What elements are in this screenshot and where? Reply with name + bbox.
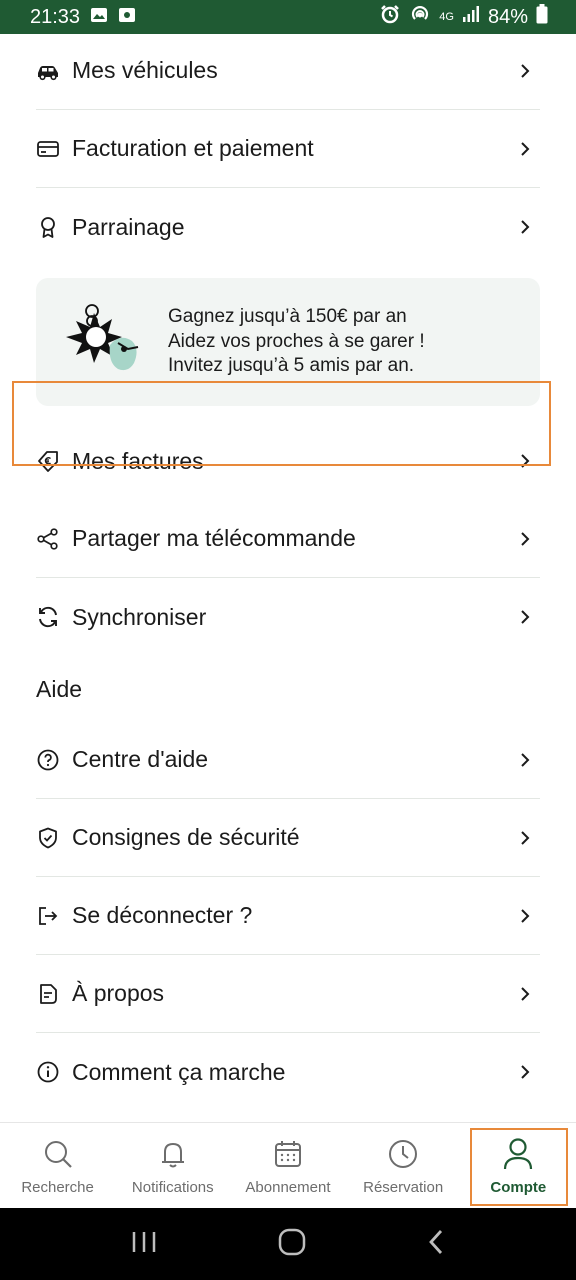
menu-item-billing[interactable]: Facturation et paiement [36,110,540,188]
bell-icon [156,1137,190,1171]
shield-check-icon [36,826,60,850]
chevron-right-icon [520,752,534,767]
hotspot-icon [409,4,431,30]
gallery-icon [90,6,108,29]
menu-item-vehicles[interactable]: Mes véhicules [36,34,540,110]
menu-label: Parrainage [72,213,185,240]
network-type: 4G [439,11,454,23]
credit-card-icon [36,137,60,161]
battery-icon [536,4,548,30]
signal-icon [462,5,480,29]
alarm-icon [379,4,401,30]
battery-percent: 84% [487,5,528,28]
menu-label: Facturation et paiement [72,135,314,161]
car-icon [36,59,60,83]
logout-icon [36,904,60,928]
promo-line-3: Invitez jusqu’à 5 amis par an. [168,355,415,377]
info-icon [36,1060,60,1084]
menu-label: Centre d'aide [72,746,209,772]
chevron-right-icon [520,908,534,923]
menu-item-help-center[interactable]: Centre d'aide [36,721,540,799]
menu-label: Mes véhicules [72,57,218,83]
status-time: 21:33 [30,5,81,28]
menu-item-how-it-works[interactable]: Comment ça marche [36,1033,540,1111]
menu-item-referral[interactable]: Parrainage [36,188,540,266]
back-button[interactable] [426,1228,446,1261]
chevron-right-icon [520,220,534,234]
award-icon [36,215,60,239]
promo-line-1: Gagnez jusqu’à 150€ par an [168,306,407,328]
menu-label: Partager ma télécommande [72,525,356,551]
menu-item-sync[interactable]: Synchroniser [36,578,540,656]
promo-line-2: Aidez vos proches à se garer ! [168,330,425,352]
menu-label: Comment ça marche [72,1058,286,1085]
clock-icon [386,1137,420,1171]
tab-label: Recherche [21,1178,94,1196]
menu-item-logout[interactable]: Se déconnecter ? [36,877,540,955]
referral-illustration [66,304,139,371]
tab-reservation[interactable]: Réservation [346,1123,461,1209]
tab-notifications[interactable]: Notifications [115,1123,230,1209]
menu-label: Se déconnecter ? [72,902,253,928]
notification-app-icon [118,6,136,29]
chevron-right-icon [520,63,534,78]
sync-icon [36,605,60,629]
status-bar: 21:33 4G 84% [0,0,576,34]
menu-label: Synchroniser [72,603,207,630]
chevron-right-icon [520,531,534,546]
menu-item-share-remote[interactable]: Partager ma télécommande [36,500,540,578]
search-icon [41,1137,75,1171]
menu-label: À propos [72,980,165,1006]
menu-item-about[interactable]: À propos [36,955,540,1033]
menu-label: Consignes de sécurité [72,824,300,850]
menu-item-safety[interactable]: Consignes de sécurité [36,799,540,877]
chevron-right-icon [520,610,534,624]
document-icon [36,982,60,1006]
chevron-right-icon [520,141,534,156]
section-title-help: Aide [36,676,83,702]
tab-search[interactable]: Recherche [0,1123,115,1209]
account-menu[interactable]: Mes véhicules Facturation et paiement Pa… [0,34,576,1122]
system-navigation-bar [0,1208,576,1280]
chevron-right-icon [520,830,534,845]
recent-apps-button[interactable] [130,1229,158,1260]
tab-label: Notifications [131,1178,214,1196]
chevron-right-icon [520,1065,534,1079]
tab-label: Abonnement [245,1178,331,1196]
tab-label: Réservation [363,1178,444,1196]
home-button[interactable] [277,1227,307,1262]
invoices-highlight [12,381,551,466]
help-circle-icon [36,748,60,772]
account-tab-highlight [470,1128,568,1206]
calendar-icon [271,1137,305,1171]
share-icon [36,527,60,551]
tab-subscription[interactable]: Abonnement [230,1123,345,1209]
chevron-right-icon [520,986,534,1001]
